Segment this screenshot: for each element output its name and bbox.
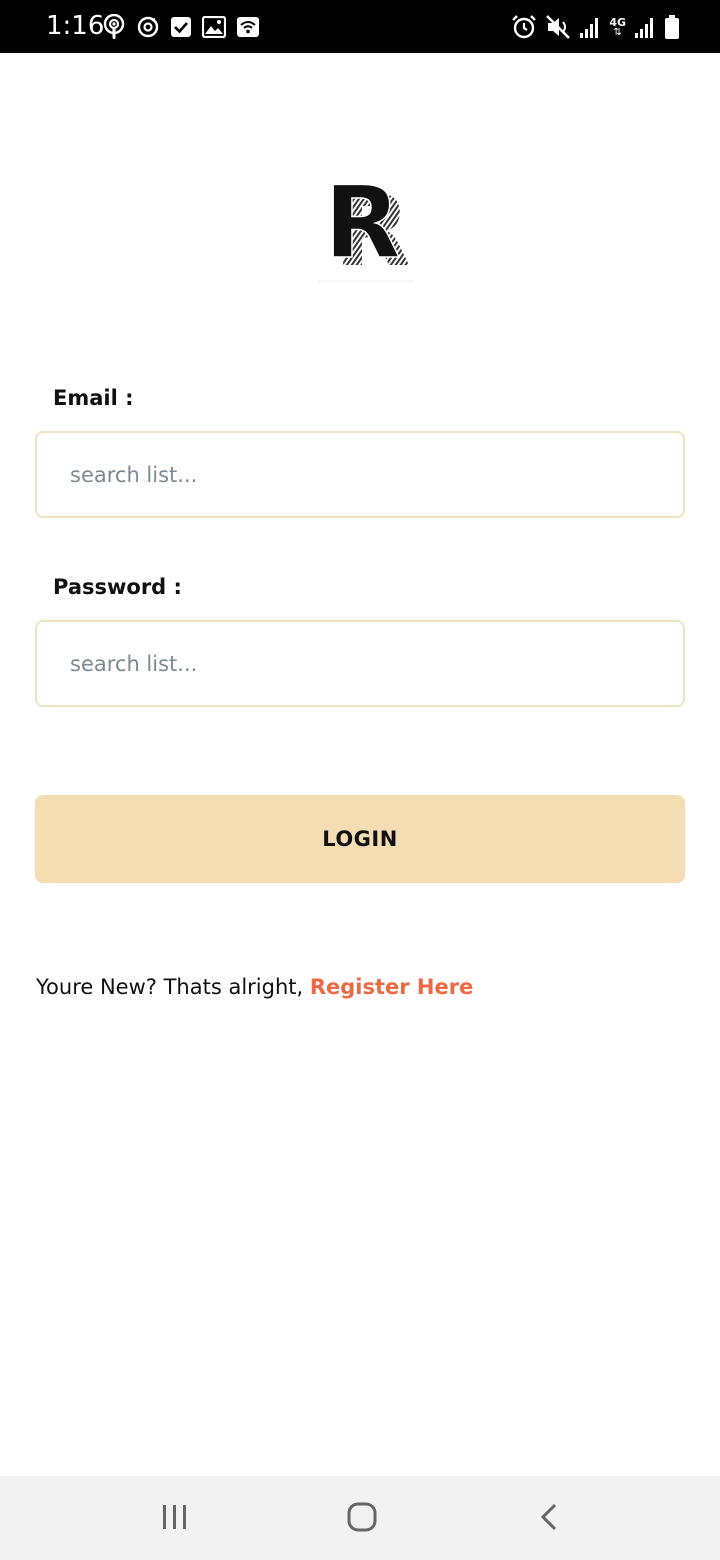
status-icons-right: 4G ⇅: [511, 12, 680, 42]
signal-icon-2: [634, 15, 656, 39]
password-label: Password :: [53, 575, 182, 599]
status-icons-left: [102, 12, 260, 42]
register-link[interactable]: Register Here: [310, 975, 474, 999]
app-logo: R R: [278, 163, 458, 289]
alarm-icon: [511, 14, 537, 40]
signal-icon: [579, 15, 601, 39]
sync-icon: [136, 15, 160, 39]
email-label: Email :: [53, 386, 134, 410]
status-bar: 1:16 4G ⇅: [0, 0, 720, 53]
network-type-icon: 4G ⇅: [609, 15, 626, 38]
navigation-bar: [0, 1476, 720, 1560]
wifi-box-icon: [236, 16, 260, 38]
password-input[interactable]: [35, 620, 685, 707]
home-icon: [346, 1501, 378, 1537]
image-icon: [202, 16, 226, 38]
mute-icon: [545, 14, 571, 40]
battery-icon: [664, 14, 680, 40]
home-button[interactable]: [337, 1494, 387, 1544]
recents-button[interactable]: [150, 1494, 200, 1544]
back-button[interactable]: [525, 1494, 575, 1544]
login-button[interactable]: LOGIN: [35, 795, 685, 883]
email-input[interactable]: [35, 431, 685, 518]
svg-text:R: R: [324, 165, 401, 281]
register-prompt-text: Youre New? Thats alright,: [36, 975, 310, 999]
register-prompt: Youre New? Thats alright, Register Here: [36, 972, 473, 1002]
login-screen: 1:16 4G ⇅ R R Email: search list... Pas…: [0, 0, 720, 1560]
recents-icon: [160, 1502, 190, 1536]
checkbox-icon: [170, 16, 192, 38]
status-time: 1:16: [46, 11, 105, 41]
back-icon: [535, 1502, 565, 1536]
podcast-icon: [102, 14, 126, 40]
